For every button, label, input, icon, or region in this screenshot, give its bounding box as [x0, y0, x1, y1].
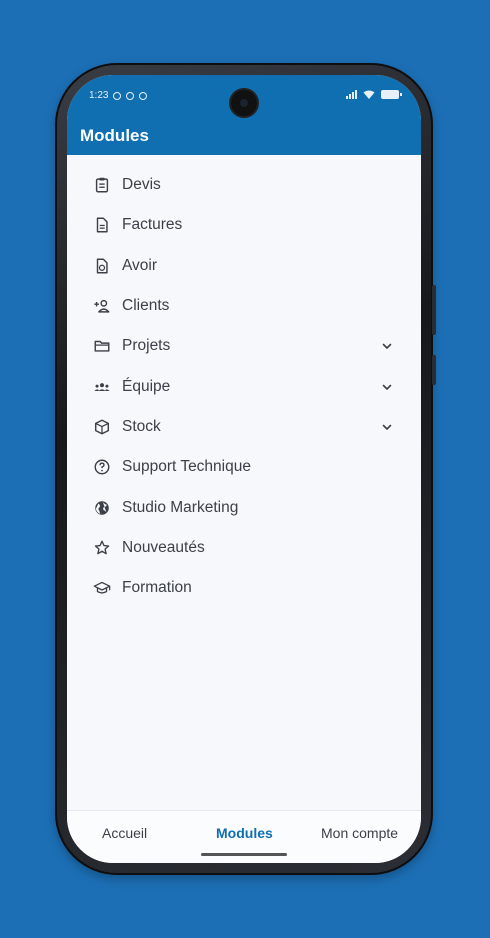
menu-item-label: Équipe [122, 377, 171, 395]
menu-item-label: Clients [122, 297, 170, 315]
graduation-cap-icon [92, 578, 112, 598]
notification-icon [113, 91, 122, 100]
chevron-down-icon[interactable] [381, 421, 393, 433]
shield-icon [139, 91, 148, 100]
document-icon [92, 215, 112, 235]
menu-item-label: Avoir [122, 256, 158, 274]
team-icon [92, 377, 112, 397]
front-camera [231, 90, 257, 116]
menu-item-factures[interactable]: Factures [67, 205, 421, 245]
menu-item-clients[interactable]: Clients [67, 286, 421, 326]
modules-menu: Devis Factures Avoir Clients Projets Équipe St… [67, 165, 421, 608]
bottom-navigation: Accueil Modules Mon compte [67, 810, 421, 863]
menu-item-avoir[interactable]: Avoir [67, 246, 421, 286]
menu-item-studio-marketing[interactable]: Studio Marketing [67, 487, 421, 527]
menu-item-label: Nouveautés [122, 538, 205, 556]
chevron-down-icon[interactable] [381, 340, 393, 352]
star-icon [92, 538, 112, 558]
menu-item-projets[interactable]: Projets [67, 326, 421, 366]
page-title: Modules [80, 126, 149, 145]
menu-item-nouveautes[interactable]: Nouveautés [67, 528, 421, 568]
app-screen: 1:23 Modules Devis Factures Avoir Clients Pr… [67, 75, 421, 863]
tab-accueil[interactable]: Accueil [102, 825, 147, 841]
tab-modules[interactable]: Modules [216, 825, 273, 841]
menu-item-equipe[interactable]: Équipe [67, 366, 421, 406]
notification-icon [126, 91, 135, 100]
menu-item-support-technique[interactable]: Support Technique [67, 447, 421, 487]
home-indicator[interactable] [201, 853, 287, 856]
app-header: 1:23 Modules [67, 75, 421, 155]
menu-item-label: Factures [122, 216, 183, 234]
add-person-icon [92, 296, 112, 316]
globe-icon [92, 498, 112, 518]
menu-item-devis[interactable]: Devis [67, 165, 421, 205]
chevron-down-icon[interactable] [381, 381, 393, 393]
menu-item-stock[interactable]: Stock [67, 407, 421, 447]
status-time: 1:23 [89, 90, 109, 101]
menu-item-label: Support Technique [122, 458, 251, 476]
menu-item-label: Stock [122, 417, 161, 435]
menu-item-label: Studio Marketing [122, 498, 239, 516]
status-bar-left: 1:23 [89, 90, 148, 101]
menu-item-label: Devis [122, 176, 161, 194]
menu-item-label: Formation [122, 579, 192, 597]
credit-note-icon [92, 256, 112, 276]
battery-icon [381, 89, 402, 99]
folder-icon [92, 336, 112, 356]
box-icon [92, 417, 112, 437]
clipboard-icon [92, 175, 112, 195]
status-bar-right [346, 89, 402, 99]
menu-item-label: Projets [122, 337, 171, 355]
power-button [432, 355, 436, 385]
help-icon [92, 457, 112, 477]
menu-item-formation[interactable]: Formation [67, 568, 421, 608]
signal-icon [346, 89, 357, 99]
tab-mon-compte[interactable]: Mon compte [321, 825, 398, 841]
wifi-icon [363, 90, 375, 99]
volume-button [432, 285, 436, 335]
